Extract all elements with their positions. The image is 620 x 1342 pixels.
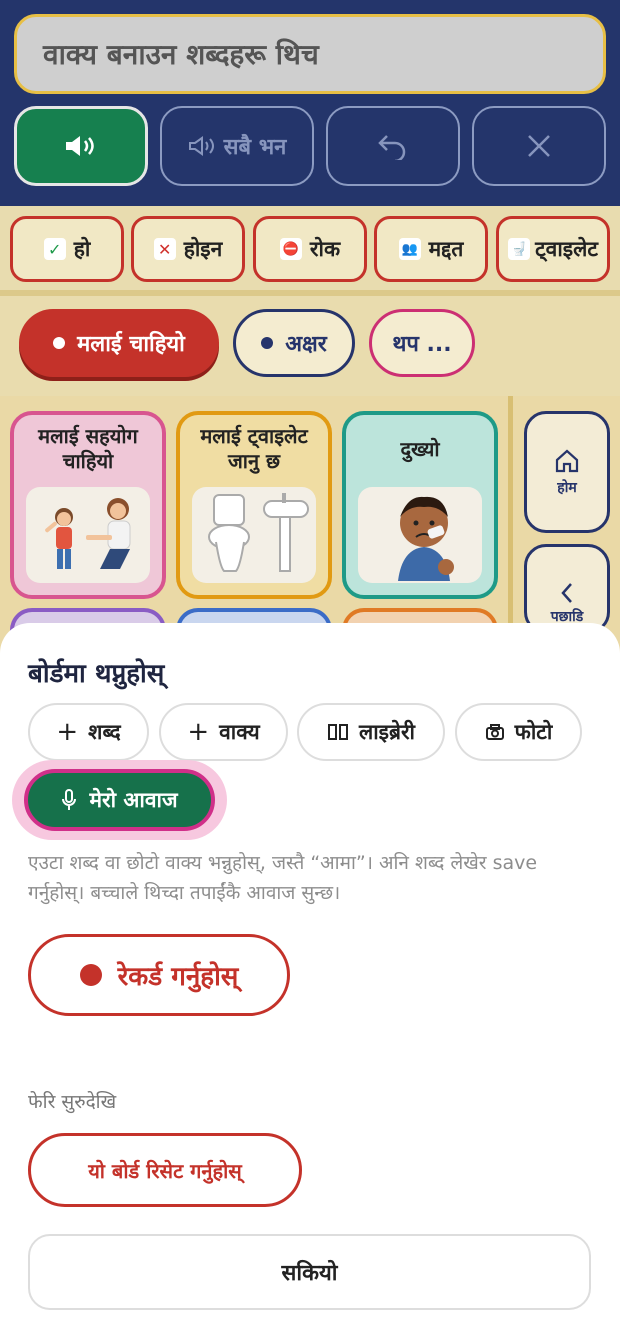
reset-label: यो बोर्ड रिसेट गर्नुहोस् xyxy=(88,1158,242,1183)
quick-phrase-no[interactable]: ✕ होइन xyxy=(131,216,245,282)
camera-icon xyxy=(485,724,504,740)
message-bar[interactable]: वाक्य बनाउन शब्दहरू थिच xyxy=(14,14,606,94)
library-button[interactable]: लाइब्रेरी xyxy=(297,703,445,761)
sheet-title: बोर्डमा थप्नुहोस् xyxy=(28,659,165,689)
quick-phrase-label: मद्दत xyxy=(428,237,464,261)
option-label: वाक्य xyxy=(219,720,260,744)
add-word-button[interactable]: + शब्द xyxy=(28,703,149,761)
cross-icon: ✕ xyxy=(153,238,176,260)
category-label: मलाई चाहियो xyxy=(77,332,185,357)
close-icon xyxy=(528,135,550,157)
reset-section-label: फेरि सुरुदेखि xyxy=(28,1091,117,1113)
speak-all-label: सबै भन xyxy=(223,135,287,160)
undo-icon xyxy=(378,135,406,160)
helping-child-illustration xyxy=(26,487,150,583)
tile-label: दुख्यो xyxy=(400,436,440,461)
done-button[interactable]: सकियो xyxy=(28,1234,591,1310)
divider xyxy=(508,396,513,656)
voice-label: मेरो आवाज xyxy=(89,788,178,812)
tile-it-hurts[interactable]: दुख्यो xyxy=(342,411,498,599)
category-label: थप ... xyxy=(392,332,452,357)
speaker-outline-icon xyxy=(188,136,214,156)
library-icon xyxy=(327,724,348,740)
speak-all-button[interactable]: सबै भन xyxy=(160,106,314,186)
add-sentence-button[interactable]: + वाक्य xyxy=(159,703,288,761)
plus-icon: + xyxy=(187,717,210,747)
option-label: लाइब्रेरी xyxy=(358,720,415,744)
done-label: सकियो xyxy=(281,1261,338,1286)
record-label: रेकर्ड गर्नुहोस् xyxy=(117,962,239,992)
quick-phrase-label: होइन xyxy=(183,237,223,261)
hurt-child-illustration xyxy=(358,487,482,583)
home-icon xyxy=(555,449,579,472)
divider xyxy=(0,290,620,296)
quick-phrase-toilet[interactable]: 🚽 ट्वाइलेट xyxy=(496,216,610,282)
quick-phrase-label: रोक xyxy=(309,237,341,261)
home-label: होम xyxy=(557,479,577,496)
quick-phrase-yes[interactable]: ✓ हो xyxy=(10,216,124,282)
quick-phrase-label: हो xyxy=(73,237,91,261)
my-voice-button[interactable]: मेरो आवाज xyxy=(24,769,215,831)
check-icon: ✓ xyxy=(43,238,66,260)
record-dot-icon xyxy=(79,964,102,986)
category-label: अक्षर xyxy=(285,332,327,357)
tile-need-toilet[interactable]: मलाई ट्वाइलेट जानु छ xyxy=(176,411,332,599)
help-people-icon: 👥 xyxy=(398,238,421,260)
record-button[interactable]: रेकर्ड गर्नुहोस् xyxy=(28,934,290,1016)
toilet-sink-illustration xyxy=(192,487,316,583)
dot-icon xyxy=(53,337,66,349)
reset-board-button[interactable]: यो बोर्ड रिसेट गर्नुहोस् xyxy=(28,1133,302,1207)
speak-button[interactable] xyxy=(14,106,148,186)
photo-button[interactable]: फोटो xyxy=(455,703,582,761)
tile-label: मलाई ट्वाइलेट जानु छ xyxy=(200,424,308,473)
dot-icon xyxy=(261,337,274,349)
option-label: फोटो xyxy=(514,720,553,744)
chevron-left-icon xyxy=(561,583,572,603)
stop-sign-icon: ⛔ xyxy=(279,238,302,260)
home-button[interactable]: होम xyxy=(524,411,610,533)
plus-icon: + xyxy=(56,717,79,747)
quick-phrase-label: ट्वाइलेट xyxy=(535,237,598,261)
quick-phrase-stop[interactable]: ⛔ रोक xyxy=(253,216,367,282)
category-i-want[interactable]: मलाई चाहियो xyxy=(19,309,219,377)
clear-button[interactable] xyxy=(472,106,606,186)
category-letters[interactable]: अक्षर xyxy=(233,309,355,377)
tile-need-help[interactable]: मलाई सहयोग चाहियो xyxy=(10,411,166,599)
category-more[interactable]: थप ... xyxy=(369,309,475,377)
voice-help-text: एउटा शब्द वा छोटो वाक्य भन्नुहोस्, जस्तै… xyxy=(28,852,538,904)
speaker-icon xyxy=(66,136,94,156)
tile-label: मलाई सहयोग चाहियो xyxy=(38,424,138,473)
quick-phrase-help[interactable]: 👥 मद्दत xyxy=(374,216,488,282)
toilet-icon: 🚽 xyxy=(508,238,531,260)
option-label: शब्द xyxy=(88,720,121,744)
microphone-icon xyxy=(62,789,77,810)
message-placeholder: वाक्य बनाउन शब्दहरू थिच xyxy=(43,38,319,71)
undo-button[interactable] xyxy=(326,106,460,186)
back-button[interactable]: पछाडि xyxy=(524,544,610,634)
